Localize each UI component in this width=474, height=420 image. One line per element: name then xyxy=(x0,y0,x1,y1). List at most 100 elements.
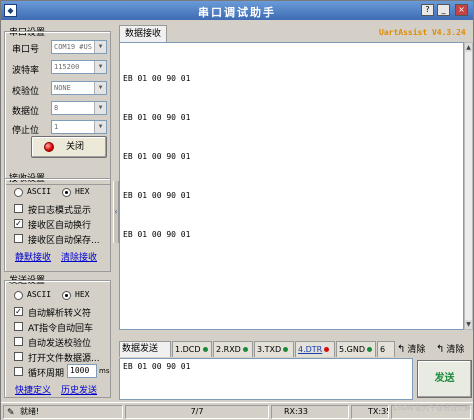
open-close-port-label: 关闭 xyxy=(65,142,84,152)
rx-clear-link[interactable]: 清除接收 xyxy=(61,250,97,263)
rxd-status-icon xyxy=(242,347,248,352)
rx-auto-wrap-checkbox[interactable]: ✓ xyxy=(14,219,23,228)
parity-label: 校验位 xyxy=(12,87,40,97)
parity-select[interactable]: NONE ▼ xyxy=(51,81,107,95)
undo-arrow-icon: ↰ xyxy=(397,344,406,355)
port-value: COM19 #US xyxy=(54,43,92,51)
tx-history-link[interactable]: 历史发送 xyxy=(61,383,97,396)
gnd-status-icon xyxy=(366,347,372,352)
chevron-down-icon: ▼ xyxy=(94,82,106,94)
title-bar[interactable]: ◆ 串口调试助手 ? _ × xyxy=(1,1,473,20)
send-tab-strip: 数据发送 1.DCD 2.RXD 3.TXD 4.DTR 5.GND 6 xyxy=(119,341,395,357)
rx-auto-save-checkbox[interactable] xyxy=(14,234,23,243)
baud-value: 115200 xyxy=(54,63,80,71)
tx-checksum-checkbox[interactable] xyxy=(14,337,23,346)
tx-at-cr-checkbox[interactable] xyxy=(14,322,23,331)
tx-escape-checkbox[interactable]: ✓ xyxy=(14,307,23,316)
tab-data-send[interactable]: 数据发送 xyxy=(119,341,171,357)
clear-all-tool[interactable]: ↰ 清除 xyxy=(436,342,464,355)
scroll-down-icon[interactable]: ▼ xyxy=(465,320,472,329)
status-cell: ✎ 就绪! xyxy=(3,405,123,419)
dcd-status-icon xyxy=(202,347,208,352)
brand-version: UartAssist V4.3.24 xyxy=(379,28,466,37)
help-button[interactable]: ? xyxy=(421,4,434,16)
receive-line: EB 01 00 90 01 xyxy=(123,152,191,161)
tab-txd-label: 3.TXD xyxy=(257,345,282,354)
receive-scrollbar[interactable]: ▲ ▼ xyxy=(464,42,473,330)
tab-gnd-label: 5.GND xyxy=(339,345,365,354)
status-text: 就绪! xyxy=(20,407,40,416)
app-window: ◆ 串口调试助手 ? _ × 串口设置 串口号 COM19 #US ▼ 波特率 1… xyxy=(0,0,474,420)
watermark: CSDN @九千@资设计鲜 xyxy=(393,404,472,412)
tab-dtr-label: 4.DTR xyxy=(298,345,323,354)
receive-line: EB 01 00 90 01 xyxy=(123,113,191,122)
chevron-down-icon: ▼ xyxy=(94,121,106,133)
open-close-port-button[interactable]: 关闭 xyxy=(31,136,107,158)
tab-data-receive[interactable]: 数据接收 xyxy=(119,25,167,42)
tx-hex-label: HEX xyxy=(75,290,90,299)
stopbits-label: 停止位 xyxy=(12,126,40,136)
minimize-button[interactable]: _ xyxy=(437,4,450,16)
chevron-down-icon: ▼ xyxy=(94,102,106,114)
tx-escape-label: 自动解析转义符 xyxy=(28,309,92,319)
tx-ascii-radio[interactable] xyxy=(14,291,23,300)
tab-txd[interactable]: 3.TXD xyxy=(254,341,294,357)
window-title: 串口调试助手 xyxy=(198,6,276,19)
tx-shortcut-link[interactable]: 快捷定义 xyxy=(15,383,51,396)
tx-ascii-label: ASCII xyxy=(27,290,52,299)
tx-count-cell: TX:35 xyxy=(351,405,389,419)
dtr-status-icon xyxy=(324,347,330,352)
status-info-icon: ✎ xyxy=(7,408,15,418)
scroll-up-icon[interactable]: ▲ xyxy=(465,43,472,52)
chevron-down-icon: ▼ xyxy=(94,41,106,53)
tx-file-source-checkbox[interactable] xyxy=(14,352,23,361)
rx-hex-radio[interactable] xyxy=(62,188,71,197)
send-content: EB 01 00 90 01 xyxy=(123,362,191,371)
tx-at-cr-label: AT指令自动回车 xyxy=(28,324,93,334)
rx-pause-link[interactable]: 静默接收 xyxy=(15,250,51,263)
tx-loop-label: 循环周期 xyxy=(28,369,65,379)
chevron-down-icon: ▼ xyxy=(94,61,106,73)
send-text-area[interactable]: EB 01 00 90 01 xyxy=(119,358,413,400)
stopbits-select[interactable]: 1 ▼ xyxy=(51,120,107,134)
tab-dtr[interactable]: 4.DTR xyxy=(295,341,335,357)
port-select[interactable]: COM19 #US ▼ xyxy=(51,40,107,54)
undo-arrow-icon: ↰ xyxy=(436,344,445,355)
baud-select[interactable]: 115200 ▼ xyxy=(51,60,107,74)
clear-send-tool-label: 清除 xyxy=(407,345,426,355)
port-status-led-icon xyxy=(44,142,54,152)
databits-label: 数据位 xyxy=(12,107,40,117)
tab-six-label: 6 xyxy=(380,345,386,354)
clear-send-tool[interactable]: ↰ 清除 xyxy=(397,342,425,355)
tab-dcd[interactable]: 1.DCD xyxy=(172,341,212,357)
receive-line: EB 01 00 90 01 xyxy=(123,191,191,200)
tx-file-source-label: 打开文件数据源... xyxy=(28,354,100,364)
rx-ascii-radio[interactable] xyxy=(14,188,23,197)
count-cell: 7/7 xyxy=(125,405,269,419)
parity-value: NONE xyxy=(54,84,71,92)
send-button[interactable]: 发送 xyxy=(417,360,472,398)
settings-pane: 串口设置 串口号 COM19 #US ▼ 波特率 115200 ▼ 校验位 NONE… xyxy=(3,22,112,400)
port-label: 串口号 xyxy=(12,45,40,55)
rx-log-mode-label: 按日志模式显示 xyxy=(28,206,92,216)
rx-count-cell: RX:33 xyxy=(271,405,349,419)
baud-label: 波特率 xyxy=(12,66,40,76)
databits-value: 8 xyxy=(54,104,59,112)
databits-select[interactable]: 8 ▼ xyxy=(51,101,107,115)
close-window-button[interactable]: × xyxy=(455,4,468,16)
tx-hex-radio[interactable] xyxy=(62,291,71,300)
tab-gnd[interactable]: 5.GND xyxy=(336,341,376,357)
rx-log-mode-checkbox[interactable] xyxy=(14,204,23,213)
tx-loop-checkbox[interactable] xyxy=(14,367,23,376)
tab-rxd[interactable]: 2.RXD xyxy=(213,341,253,357)
tab-dcd-label: 1.DCD xyxy=(175,345,201,354)
tx-loop-period-input[interactable]: 1000 xyxy=(67,364,97,378)
tab-six[interactable]: 6 xyxy=(377,341,395,357)
stopbits-value: 1 xyxy=(54,123,59,131)
txd-status-icon xyxy=(283,347,289,352)
receive-lines: EB 01 00 90 01 EB 01 00 90 01 EB 01 00 9… xyxy=(123,46,190,267)
receive-text-area[interactable]: EB 01 00 90 01 EB 01 00 90 01 EB 01 00 9… xyxy=(119,42,464,330)
receive-line: EB 01 00 90 01 xyxy=(123,230,191,239)
rx-ascii-label: ASCII xyxy=(27,187,52,196)
rx-auto-save-label: 接收区自动保存... xyxy=(28,236,100,246)
